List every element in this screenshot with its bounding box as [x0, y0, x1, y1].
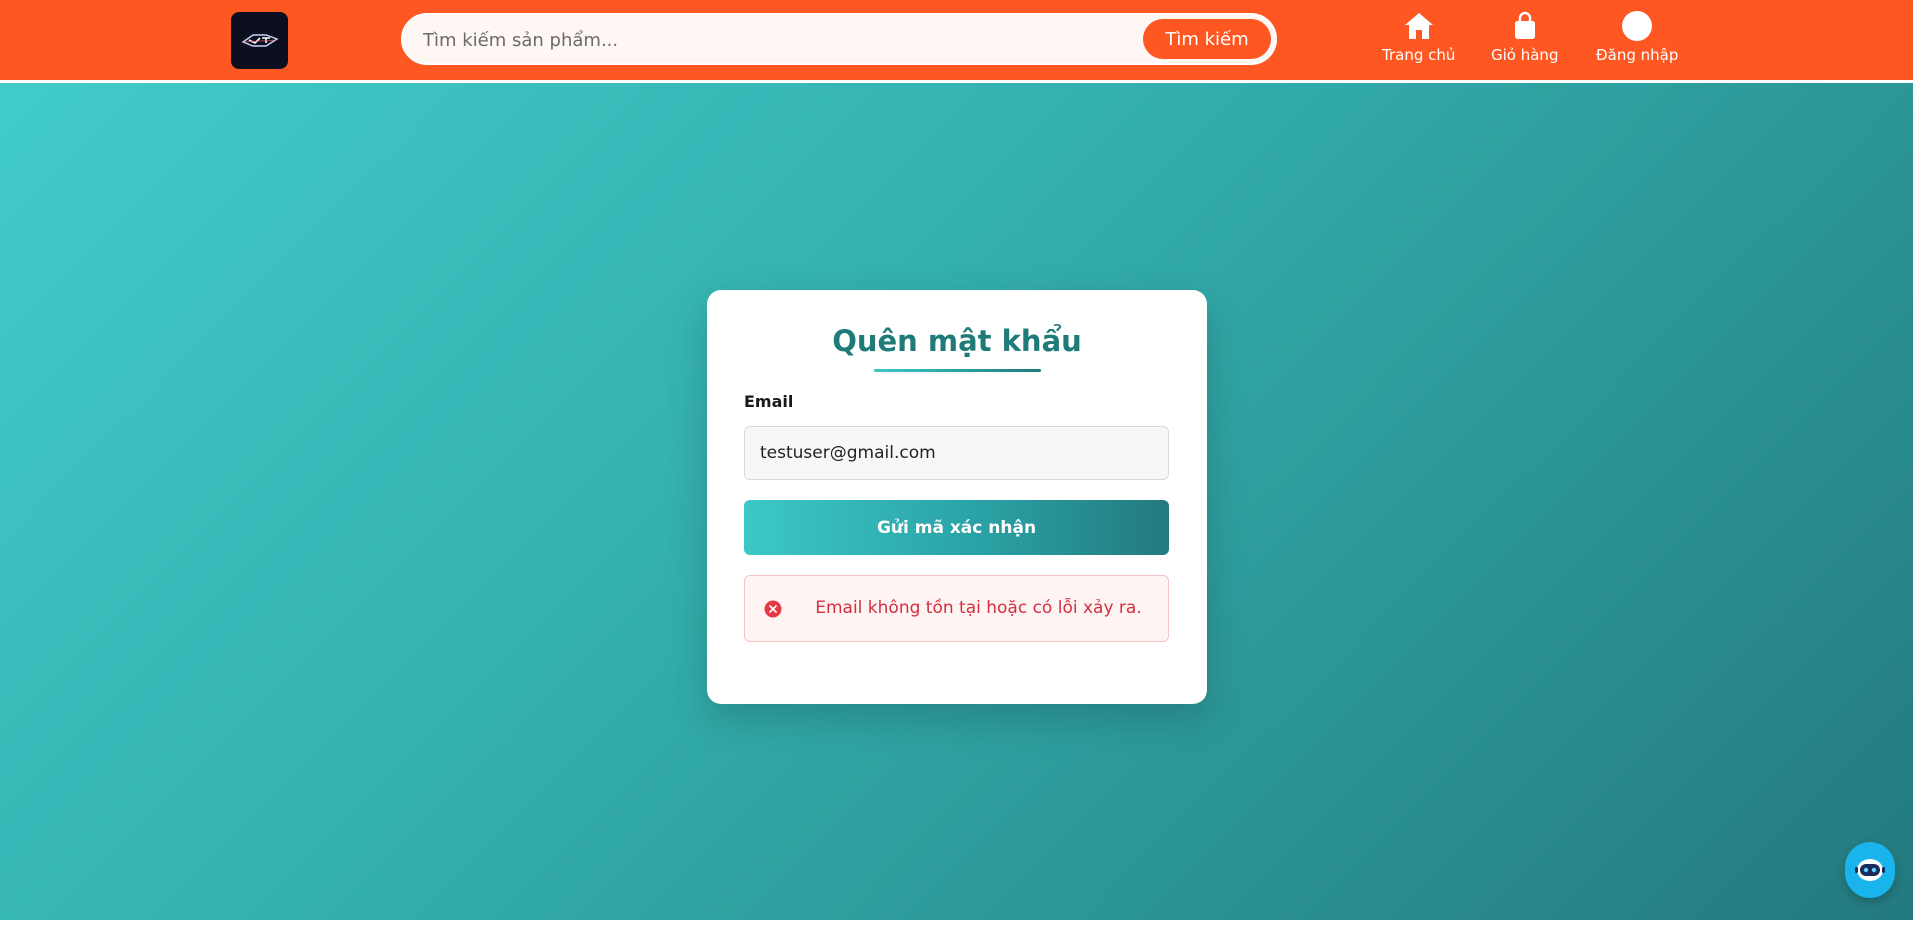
email-field[interactable] — [744, 426, 1169, 480]
top-header: Tìm kiếm Trang chủ Giỏ hàng Đăng nhập — [0, 0, 1913, 83]
error-message: Email không tồn tại hoặc có lỗi xảy ra. — [815, 598, 1142, 618]
home-icon — [1403, 10, 1435, 42]
search-input[interactable] — [421, 21, 1125, 59]
nav-home-label: Trang chủ — [1382, 46, 1456, 64]
nav-cart[interactable]: Giỏ hàng — [1491, 10, 1558, 64]
search-button[interactable]: Tìm kiếm — [1143, 19, 1271, 59]
nav-cart-label: Giỏ hàng — [1491, 46, 1559, 64]
title-underline — [874, 369, 1041, 372]
chatbot-icon — [1855, 859, 1885, 881]
search-bar: Tìm kiếm — [401, 13, 1277, 65]
logo-mark-icon — [241, 33, 279, 47]
send-code-button[interactable]: Gửi mã xác nhận — [744, 500, 1169, 555]
chatbot-button[interactable] — [1845, 842, 1895, 898]
nav-home[interactable]: Trang chủ — [1382, 10, 1455, 64]
user-circle-icon — [1621, 10, 1653, 42]
error-circle-icon — [764, 600, 782, 622]
email-label: Email — [744, 392, 794, 411]
shopping-bag-icon — [1512, 10, 1538, 42]
nav-login-label: Đăng nhập — [1596, 46, 1679, 64]
page-title: Quên mật khẩu — [832, 324, 1082, 358]
nav-login[interactable]: Đăng nhập — [1596, 10, 1678, 64]
forgot-password-card: Quên mật khẩu Email Gửi mã xác nhận Emai… — [707, 290, 1207, 704]
site-logo[interactable] — [231, 12, 288, 69]
error-alert: Email không tồn tại hoặc có lỗi xảy ra. — [744, 575, 1169, 642]
